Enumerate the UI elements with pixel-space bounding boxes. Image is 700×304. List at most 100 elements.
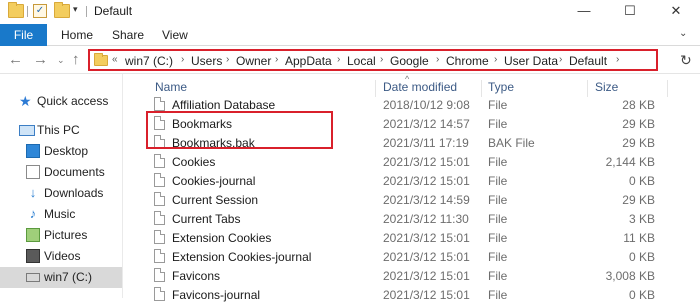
table-row[interactable]: Favicons-journal 2021/3/12 15:01 File 0 … — [145, 285, 690, 304]
breadcrumb-separator[interactable]: › — [337, 54, 340, 65]
file-date: 2021/3/12 14:57 — [383, 117, 470, 131]
file-icon — [154, 97, 165, 111]
nav-pane-divider — [122, 74, 123, 298]
breadcrumb-separator[interactable]: › — [436, 54, 439, 65]
title-bar: ✓ ▾ Default — ☐ ✕ — [0, 0, 700, 24]
column-header-size[interactable]: Size — [595, 80, 618, 94]
address-bar[interactable]: « win7 (C:) › Users › Owner › AppData › … — [88, 49, 658, 71]
table-row[interactable]: Cookies-journal 2021/3/12 15:01 File 0 K… — [145, 171, 690, 190]
file-type: File — [488, 231, 508, 245]
tab-share[interactable]: Share — [112, 24, 144, 46]
file-size: 0 KB — [628, 174, 655, 188]
breadcrumb-owner[interactable]: Owner — [236, 54, 271, 68]
table-row[interactable]: Favicons 2021/3/12 15:01 File 3,008 KB — [145, 266, 690, 285]
breadcrumb-separator[interactable]: › — [226, 54, 229, 65]
customize-toolbar-icon[interactable]: ▾ — [73, 4, 78, 15]
refresh-icon[interactable]: ↻ — [680, 52, 692, 69]
table-row[interactable]: Extension Cookies-journal 2021/3/12 15:0… — [145, 247, 690, 266]
breadcrumb-appdata[interactable]: AppData — [285, 54, 332, 68]
breadcrumb-separator[interactable]: › — [181, 54, 184, 65]
properties-icon[interactable]: ✓ — [33, 4, 47, 18]
file-size: 28 KB — [622, 98, 655, 112]
maximize-button[interactable]: ☐ — [607, 0, 653, 24]
file-type: BAK File — [488, 136, 535, 150]
breadcrumb-win7[interactable]: win7 (C:) — [125, 54, 173, 68]
minimize-button[interactable]: — — [561, 0, 607, 24]
nav-item-label: Desktop — [44, 144, 89, 158]
documents-icon — [26, 165, 40, 179]
breadcrumb-separator[interactable]: › — [494, 54, 497, 65]
drive-icon — [26, 273, 40, 282]
nav-item-videos[interactable]: Videos — [0, 246, 122, 267]
file-size: 29 KB — [622, 136, 655, 150]
breadcrumb-chrome[interactable]: Chrome — [446, 54, 489, 68]
chevron-down-icon[interactable]: ⌄ — [679, 28, 687, 39]
breadcrumb-user-data[interactable]: User Data — [504, 54, 558, 68]
nav-item-music[interactable]: ♪ Music — [0, 204, 122, 225]
file-icon — [154, 249, 165, 263]
close-button[interactable]: ✕ — [653, 0, 699, 24]
breadcrumb-users[interactable]: Users — [191, 54, 222, 68]
file-date: 2021/3/12 15:01 — [383, 269, 470, 283]
breadcrumb-separator[interactable]: › — [380, 54, 383, 65]
breadcrumb-default[interactable]: Default — [569, 54, 607, 68]
file-icon — [154, 173, 165, 187]
table-row[interactable]: Cookies 2021/3/12 15:01 File 2,144 KB — [145, 152, 690, 171]
file-size: 11 KB — [623, 231, 655, 245]
downloads-icon: ↓ — [29, 185, 37, 200]
file-date: 2021/3/12 15:01 — [383, 155, 470, 169]
file-date: 2021/3/12 14:59 — [383, 193, 470, 207]
toolbar-separator — [27, 6, 28, 17]
tab-file[interactable]: File — [0, 24, 47, 46]
nav-item-quick-access[interactable]: ★ Quick access — [0, 91, 122, 112]
tab-home[interactable]: Home — [61, 24, 93, 46]
table-row[interactable]: Extension Cookies 2021/3/12 15:01 File 1… — [145, 228, 690, 247]
file-type: File — [488, 269, 508, 283]
breadcrumb-separator[interactable]: › — [616, 54, 619, 65]
nav-item-downloads[interactable]: ↓ Downloads — [0, 183, 122, 204]
file-icon — [154, 287, 165, 301]
column-header-name[interactable]: Name — [155, 80, 187, 94]
file-date: 2021/3/11 17:19 — [383, 136, 469, 150]
file-name: Extension Cookies-journal — [172, 250, 312, 264]
nav-item-label: Downloads — [44, 186, 104, 200]
file-date: 2021/3/12 15:01 — [383, 250, 470, 264]
nav-item-win7-drive[interactable]: win7 (C:) — [0, 267, 122, 288]
nav-item-label: This PC — [37, 123, 80, 137]
file-type: File — [488, 212, 508, 226]
file-name: Affiliation Database — [172, 98, 276, 112]
new-folder-icon[interactable] — [54, 2, 70, 18]
breadcrumb-google[interactable]: Google — [390, 54, 429, 68]
column-header-type[interactable]: Type — [488, 80, 514, 94]
nav-item-pictures[interactable]: Pictures — [0, 225, 122, 246]
nav-item-label: Videos — [44, 249, 81, 263]
forward-arrow-icon[interactable]: → — [33, 51, 48, 68]
file-size: 0 KB — [628, 288, 655, 302]
file-size: 3,008 KB — [605, 269, 655, 283]
file-list: ^ Name Date modified Type Size Affiliati… — [145, 74, 700, 302]
nav-item-this-pc[interactable]: This PC — [0, 120, 122, 141]
up-arrow-icon[interactable]: ↑ — [72, 51, 80, 68]
breadcrumb-local[interactable]: Local — [347, 54, 376, 68]
file-date: 2021/3/12 11:30 — [383, 212, 469, 226]
nav-item-documents[interactable]: Documents — [0, 162, 122, 183]
back-arrow-icon[interactable]: ← — [8, 51, 23, 68]
overflow-icon[interactable]: « — [112, 54, 118, 65]
nav-item-label: win7 (C:) — [44, 270, 93, 284]
file-name: Cookies-journal — [172, 174, 256, 188]
toolbar-separator — [86, 6, 87, 17]
file-date: 2021/3/12 15:01 — [383, 231, 470, 245]
tab-view[interactable]: View — [162, 24, 188, 46]
recent-locations-icon[interactable]: ⌄ — [57, 55, 65, 66]
column-header-date[interactable]: Date modified — [383, 80, 457, 94]
file-name: Current Tabs — [172, 212, 241, 226]
computer-icon — [19, 125, 35, 136]
table-row[interactable]: Current Session 2021/3/12 14:59 File 29 … — [145, 190, 690, 209]
breadcrumb-separator[interactable]: › — [275, 54, 278, 65]
file-icon — [154, 268, 165, 282]
table-row[interactable]: Current Tabs 2021/3/12 11:30 File 3 KB — [145, 209, 690, 228]
file-type: File — [488, 288, 508, 302]
window-title: Default — [94, 4, 133, 18]
nav-item-desktop[interactable]: Desktop — [0, 141, 122, 162]
breadcrumb-separator[interactable]: › — [559, 54, 562, 65]
